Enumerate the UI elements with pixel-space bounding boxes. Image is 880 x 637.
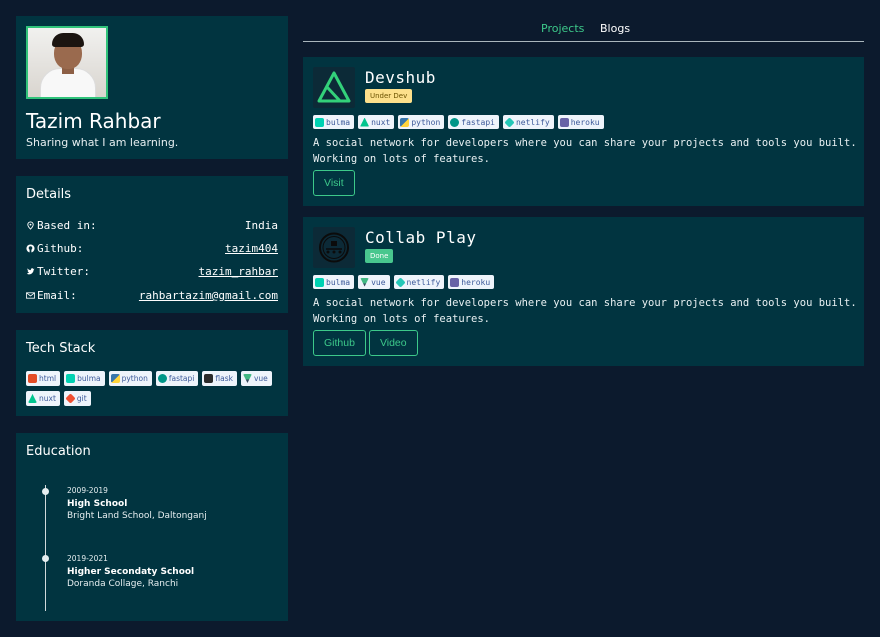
visit-button[interactable]: Visit xyxy=(313,170,355,196)
status-badge: Under Dev xyxy=(365,89,413,103)
html5-icon xyxy=(28,374,37,383)
project-logo xyxy=(313,227,355,268)
event-years: 2019-2021 xyxy=(67,554,108,563)
tech-tag-bulma: bulma xyxy=(64,371,105,386)
detail-row-github: Github: tazim404 xyxy=(26,242,278,256)
project-tag-bulma: bulma xyxy=(313,115,355,129)
detail-row-location: Based in: India xyxy=(26,219,278,233)
project-tag-vue: vue xyxy=(358,275,390,289)
project-card: Devshub Under Dev bulma nuxt python fast… xyxy=(303,57,864,206)
project-tag-bulma: bulma xyxy=(313,275,355,289)
netlify-icon xyxy=(394,276,406,288)
education-title: Education xyxy=(26,444,91,459)
tech-tag-html: html xyxy=(26,371,61,386)
fastapi-icon xyxy=(157,374,167,383)
flask-icon xyxy=(204,374,214,383)
detail-row-twitter: Twitter: tazim_rahbar xyxy=(26,265,278,279)
map-pin-icon xyxy=(27,221,34,230)
fastapi-icon xyxy=(450,117,460,127)
heroku-icon xyxy=(450,277,460,287)
event-place: Bright Land School, Daltonganj xyxy=(67,511,207,521)
project-tag-list: bulma nuxt python fastapi netlify heroku xyxy=(313,115,604,129)
tab-bar: Projects Blogs xyxy=(303,17,864,42)
tab-projects[interactable]: Projects xyxy=(541,22,584,35)
detail-label: Based in: xyxy=(37,219,97,232)
profile-tagline: Sharing what I am learning. xyxy=(26,136,179,149)
tech-tag-python: python xyxy=(108,371,152,386)
netlify-icon xyxy=(504,116,515,128)
tech-tag-list: html bulma python fastapi flask vue nuxt… xyxy=(26,371,278,406)
detail-label: Twitter: xyxy=(37,265,90,278)
python-icon xyxy=(110,374,120,383)
project-logo xyxy=(313,67,355,108)
project-tag-netlify: netlify xyxy=(393,275,445,289)
event-years: 2009-2019 xyxy=(67,486,108,495)
tech-stack-card: Tech Stack html bulma python fastapi fla… xyxy=(16,330,288,416)
project-tag-netlify: netlify xyxy=(502,115,554,129)
vue-icon xyxy=(242,374,252,383)
timeline-dot xyxy=(42,555,49,562)
bulma-icon xyxy=(315,117,324,127)
detail-label: Email: xyxy=(37,289,77,302)
timeline-event: 2019-2021 Higher Secondaty School Dorand… xyxy=(67,553,194,591)
project-description: A social network for developers where yo… xyxy=(313,137,857,165)
nuxt-icon xyxy=(360,117,370,127)
git-icon xyxy=(65,393,76,404)
event-place: Doranda Collage, Ranchi xyxy=(67,579,179,589)
tech-tag-git: git xyxy=(63,391,91,406)
email-link[interactable]: rahbartazim@gmail.com xyxy=(139,289,278,302)
details-card: Details Based in: India Github: tazim404… xyxy=(16,176,288,313)
timeline-line xyxy=(45,485,46,611)
github-link[interactable]: tazim404 xyxy=(225,242,278,255)
tech-tag-fastapi: fastapi xyxy=(155,371,199,386)
tech-tag-vue: vue xyxy=(240,371,272,386)
nuxt-icon xyxy=(28,394,37,403)
collab-play-logo-icon xyxy=(319,232,349,263)
project-tag-heroku: heroku xyxy=(557,115,604,129)
event-school: High School xyxy=(67,498,128,509)
project-card: Collab Play Done bulma vue netlify herok… xyxy=(303,217,864,366)
twitter-icon xyxy=(26,268,35,275)
devshub-logo-icon xyxy=(317,71,351,103)
profile-card: Tazim Rahbar Sharing what I am learning. xyxy=(16,16,288,159)
github-button[interactable]: Github xyxy=(313,330,366,356)
project-tag-nuxt: nuxt xyxy=(358,115,395,129)
education-card: Education 2009-2019 High School Bright L… xyxy=(16,433,288,621)
project-title: Collab Play xyxy=(365,228,477,247)
bulma-icon xyxy=(66,374,76,383)
detail-label: Github: xyxy=(37,242,84,255)
detail-value-location: India xyxy=(244,219,278,232)
profile-name: Tazim Rahbar xyxy=(26,109,161,133)
project-tag-list: bulma vue netlify heroku xyxy=(313,275,495,289)
bulma-icon xyxy=(315,277,324,287)
video-button[interactable]: Video xyxy=(368,330,418,356)
project-tag-fastapi: fastapi xyxy=(448,115,499,129)
project-tag-heroku: heroku xyxy=(448,275,495,289)
project-actions: Visit xyxy=(313,170,355,196)
twitter-link[interactable]: tazim_rahbar xyxy=(199,265,278,278)
status-badge: Done xyxy=(365,249,394,263)
event-school: Higher Secondaty School xyxy=(67,566,195,577)
tech-tag-flask: flask xyxy=(202,371,237,386)
github-icon xyxy=(26,244,35,253)
vue-icon xyxy=(360,277,370,287)
tab-blogs[interactable]: Blogs xyxy=(600,22,630,35)
project-description: A social network for developers where yo… xyxy=(313,297,857,325)
detail-row-email: Email: rahbartazim@gmail.com xyxy=(26,289,278,303)
tech-stack-title: Tech Stack xyxy=(26,341,96,356)
timeline-event: 2009-2019 High School Bright Land School… xyxy=(67,485,207,523)
timeline-dot xyxy=(42,488,49,495)
tech-tag-nuxt: nuxt xyxy=(26,391,60,406)
mail-icon xyxy=(26,292,35,299)
avatar xyxy=(26,26,108,99)
project-actions: Github Video xyxy=(313,330,418,356)
heroku-icon xyxy=(559,117,569,127)
details-title: Details xyxy=(26,187,72,202)
python-icon xyxy=(400,117,410,127)
project-tag-python: python xyxy=(398,115,445,129)
project-title: Devshub xyxy=(365,68,436,87)
